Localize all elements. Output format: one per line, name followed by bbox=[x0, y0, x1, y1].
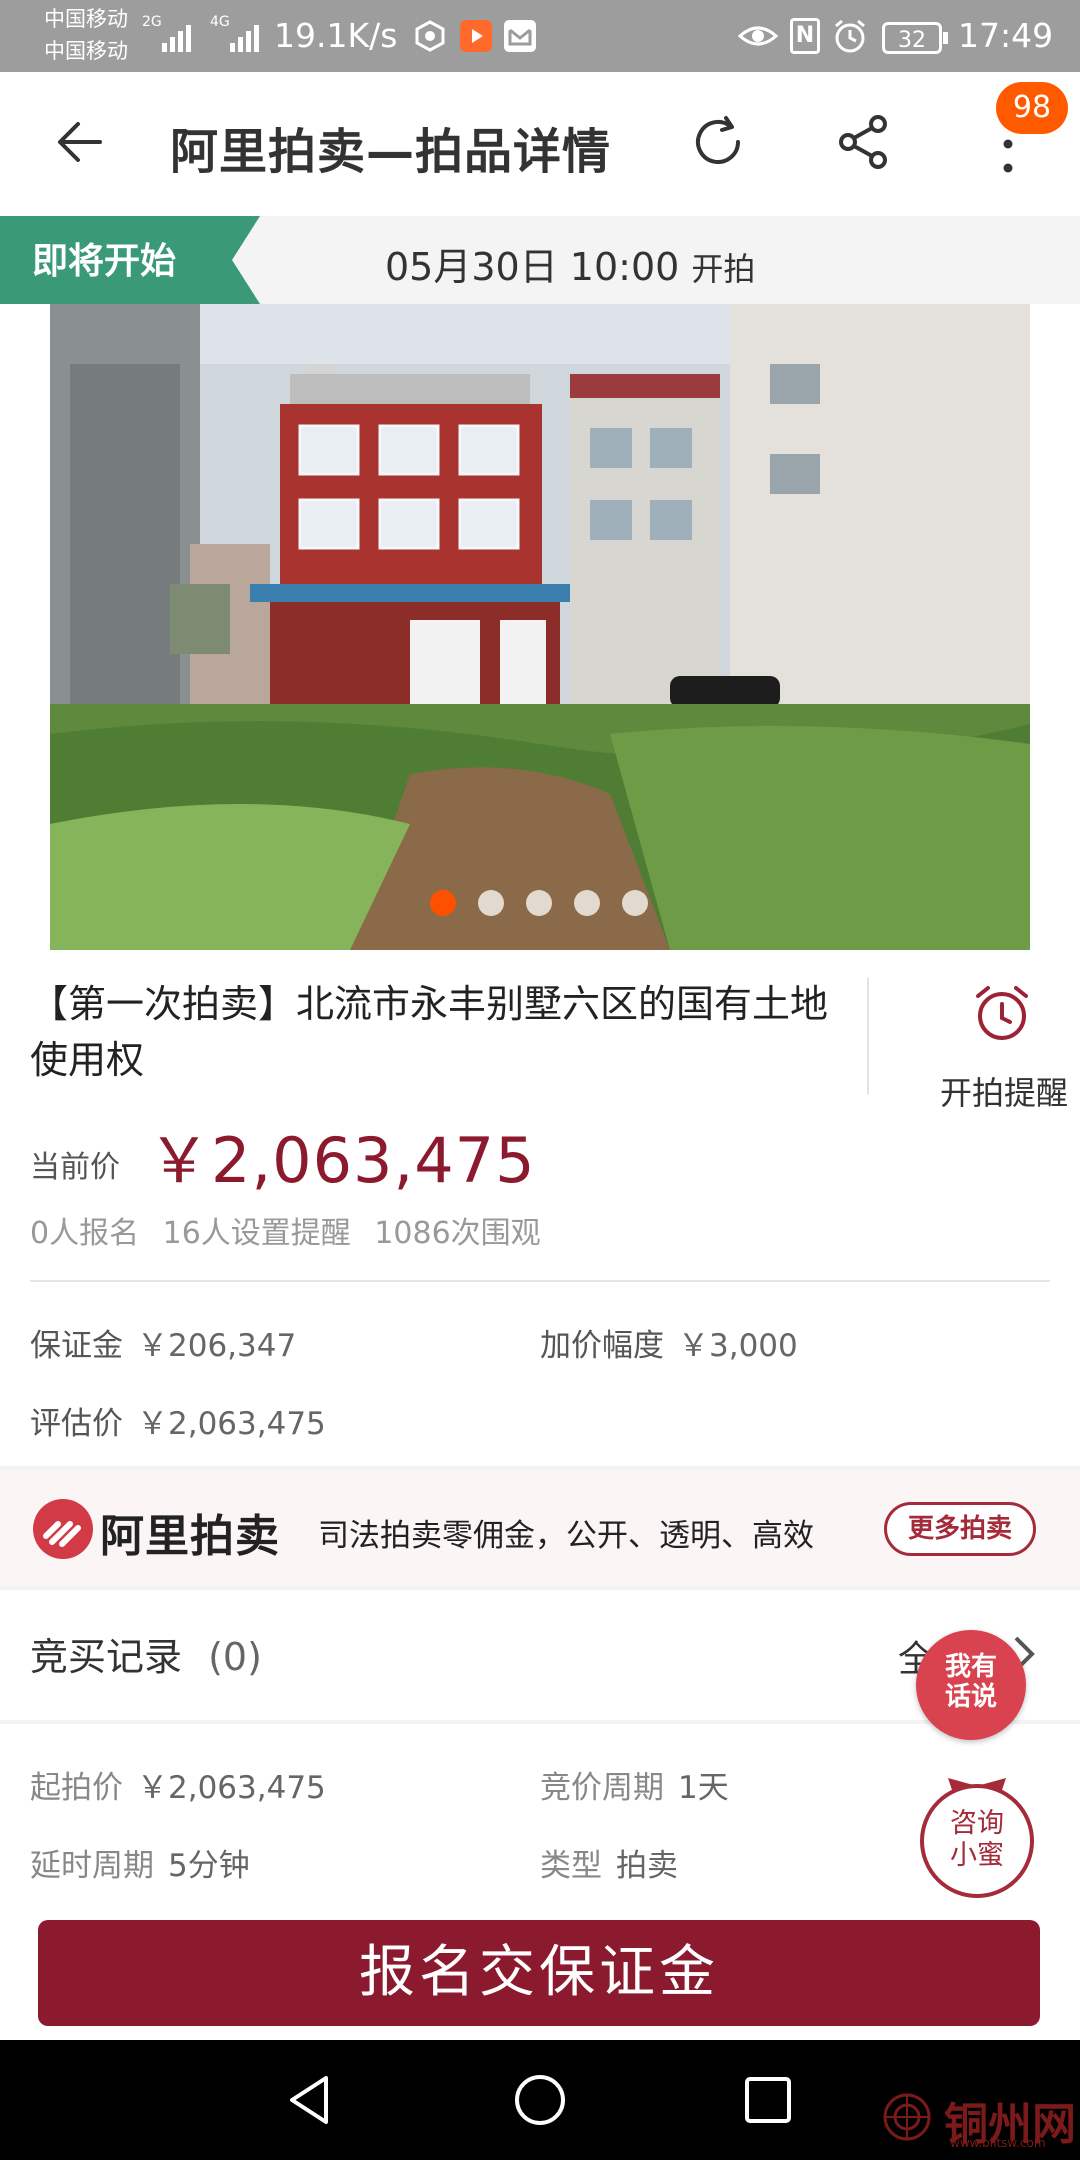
carousel-dot[interactable] bbox=[574, 890, 600, 916]
back-arrow-icon bbox=[58, 122, 102, 162]
eye-comfort-icon bbox=[737, 20, 779, 56]
appraisal-label: 评估价 bbox=[30, 1406, 123, 1442]
alarm-clock-icon bbox=[976, 986, 1028, 1040]
status-bar: 中国移动 中国移动 2G 4G 19.1K/s N 32 17:49 bbox=[0, 0, 1080, 72]
watermark-emblem-icon bbox=[880, 2092, 934, 2146]
delay-cycle-label: 延时周期 bbox=[30, 1848, 154, 1884]
carousel-dot[interactable] bbox=[478, 890, 504, 916]
carousel-dot[interactable] bbox=[622, 890, 648, 916]
nav-back-button[interactable] bbox=[284, 2072, 334, 2132]
auction-start-time: 05月30日 10:00 开拍 bbox=[385, 236, 755, 291]
video-app-icon bbox=[460, 20, 492, 52]
share-button[interactable] bbox=[832, 110, 896, 178]
signal-icon-1 bbox=[162, 25, 191, 52]
increment-label: 加价幅度 bbox=[540, 1328, 664, 1364]
delay-cycle-row: 延时周期 5分钟 bbox=[30, 1840, 250, 1885]
deposit-row: 保证金 ￥206,347 bbox=[30, 1320, 296, 1365]
item-photo-carousel[interactable] bbox=[50, 304, 1030, 950]
back-button[interactable] bbox=[50, 112, 110, 176]
circle-home-icon bbox=[515, 2075, 565, 2125]
increment-row: 加价幅度 ￥3,000 bbox=[540, 1320, 798, 1365]
bid-cycle-row: 竞价周期 1天 bbox=[540, 1762, 729, 1807]
section-separator bbox=[0, 1720, 1080, 1724]
auction-stats: 0人报名 16人设置提醒 1086次围观 bbox=[30, 1216, 541, 1251]
current-price-label: 当前价 bbox=[30, 1150, 120, 1185]
ali-auction-logo-icon bbox=[32, 1498, 94, 1564]
bid-records-label: 竞买记录 bbox=[30, 1635, 183, 1679]
appraisal-value: ￥2,063,475 bbox=[137, 1406, 326, 1442]
alarm-icon bbox=[832, 18, 868, 58]
network-4g-label: 4G bbox=[210, 14, 230, 30]
consult-assistant-button[interactable]: 咨询 小蜜 bbox=[920, 1784, 1034, 1898]
screen: 中国移动 中国移动 2G 4G 19.1K/s N 32 17:49 阿里拍卖—… bbox=[0, 0, 1080, 2160]
item-photo bbox=[50, 304, 1030, 950]
nfc-icon: N bbox=[790, 18, 820, 54]
start-time-suffix: 开拍 bbox=[691, 250, 756, 288]
type-label: 类型 bbox=[540, 1848, 602, 1884]
start-price-label: 起拍价 bbox=[30, 1770, 123, 1806]
carrier-label-1: 中国移动 bbox=[44, 7, 128, 31]
mail-app-icon bbox=[504, 20, 536, 52]
type-value: 拍卖 bbox=[616, 1848, 678, 1884]
consult-line2: 小蜜 bbox=[950, 1840, 1004, 1871]
refresh-icon bbox=[696, 116, 740, 164]
start-reminder-button[interactable] bbox=[970, 982, 1034, 1050]
network-speed: 19.1K/s bbox=[274, 16, 398, 55]
more-auctions-button[interactable]: 更多拍卖 bbox=[884, 1502, 1036, 1556]
delay-cycle-value: 5分钟 bbox=[168, 1848, 250, 1884]
comment-float-line1: 我有 bbox=[944, 1652, 997, 1682]
start-price-value: ￥2,063,475 bbox=[137, 1770, 326, 1806]
divider-vertical bbox=[867, 978, 869, 1094]
start-reminder-label[interactable]: 开拍提醒 bbox=[940, 1068, 1068, 1114]
appraisal-row: 评估价 ￥2,063,475 bbox=[30, 1398, 326, 1443]
watermark-url: www.blltsw.com bbox=[950, 2136, 1046, 2150]
current-price: ￥2,063,475 bbox=[148, 1124, 536, 1197]
increment-value: ￥3,000 bbox=[678, 1328, 798, 1364]
square-recents-icon bbox=[745, 2077, 791, 2123]
type-row: 类型 拍卖 bbox=[540, 1840, 678, 1885]
notification-count-badge: 98 bbox=[996, 82, 1068, 134]
bid-cycle-label: 竞价周期 bbox=[540, 1770, 664, 1806]
network-2g-label: 2G bbox=[142, 14, 162, 30]
clock: 17:49 bbox=[958, 16, 1054, 55]
refresh-button[interactable] bbox=[686, 110, 750, 178]
item-title: 【第一次拍卖】北流市永丰别墅六区的国有土地使用权 bbox=[30, 982, 829, 1082]
battery-icon: 32 bbox=[882, 22, 942, 54]
carousel-indicator bbox=[430, 890, 648, 916]
carrier-label-2: 中国移动 bbox=[44, 39, 128, 63]
divider bbox=[30, 1280, 1050, 1282]
bid-cycle-value: 1天 bbox=[678, 1770, 729, 1806]
signal-icon-2 bbox=[230, 25, 259, 52]
nav-recents-button[interactable] bbox=[742, 2074, 794, 2130]
battery-tip bbox=[943, 32, 948, 44]
bid-records-title: 竞买记录 (0) bbox=[30, 1626, 262, 1681]
consult-line1: 咨询 bbox=[950, 1808, 1004, 1839]
comment-float-line2: 话说 bbox=[944, 1682, 997, 1712]
register-deposit-button[interactable]: 报名交保证金 bbox=[38, 1920, 1040, 2026]
banner-slogan: 司法拍卖零佣金，公开、透明、高效 bbox=[318, 1518, 814, 1554]
page-title: 阿里拍卖—拍品详情 bbox=[170, 124, 612, 180]
deposit-label: 保证金 bbox=[30, 1328, 123, 1364]
ali-auction-logo-text: 阿里拍卖 bbox=[100, 1511, 280, 1562]
status-badge: 即将开始 bbox=[32, 241, 177, 282]
app-notification-icon bbox=[414, 20, 446, 56]
start-time-value: 05月30日 10:00 bbox=[385, 245, 680, 289]
carousel-dot-active[interactable] bbox=[430, 890, 456, 916]
carousel-dot[interactable] bbox=[526, 890, 552, 916]
bid-records-count: (0) bbox=[208, 1635, 262, 1679]
share-icon bbox=[839, 115, 887, 169]
start-price-row: 起拍价 ￥2,063,475 bbox=[30, 1762, 326, 1807]
nav-home-button[interactable] bbox=[512, 2072, 568, 2132]
comment-float-button[interactable]: 我有 话说 bbox=[916, 1630, 1026, 1740]
deposit-value: ￥206,347 bbox=[137, 1328, 297, 1364]
triangle-back-icon bbox=[290, 2076, 328, 2124]
